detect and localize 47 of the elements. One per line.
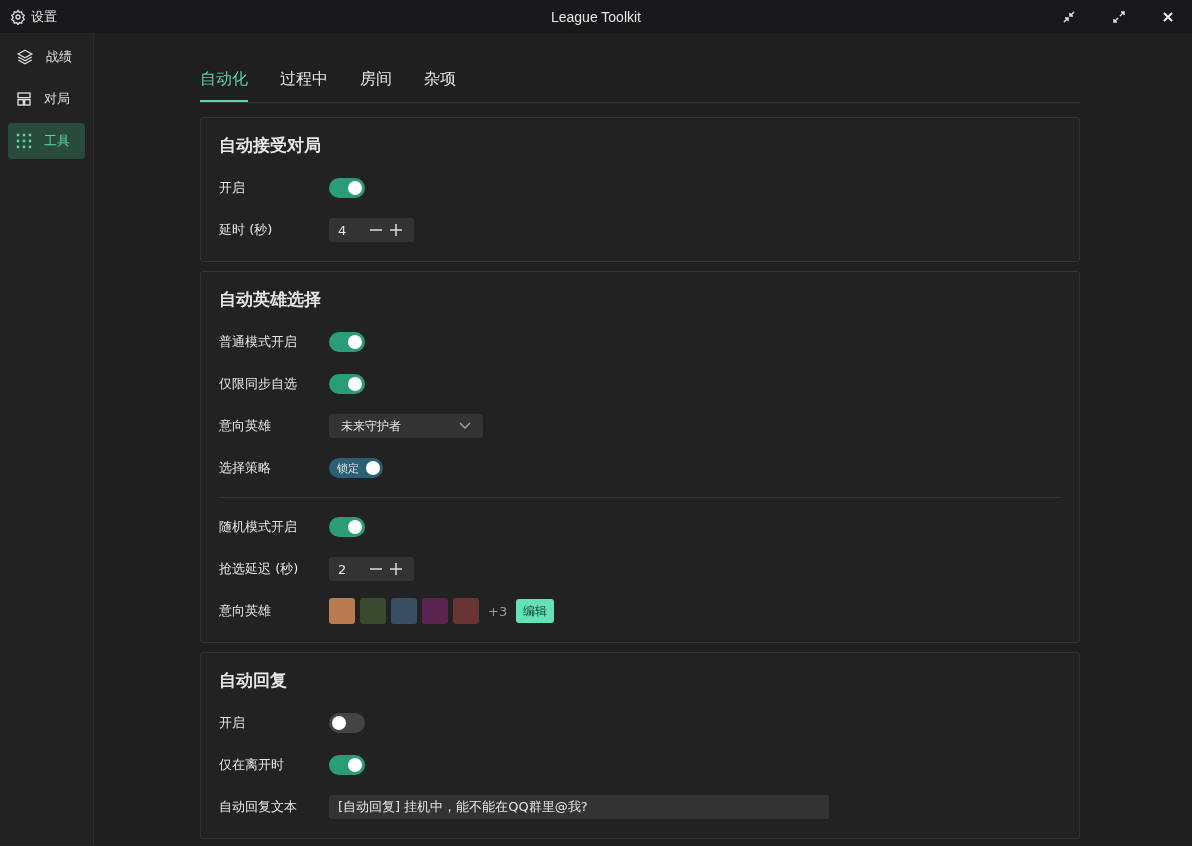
minimize-icon[interactable] [1062,9,1076,24]
settings-icon[interactable] [10,8,26,25]
setting-label: 意向英雄 [219,417,272,435]
sidebar-item[interactable]: 工具 [8,123,85,159]
tab[interactable]: 过程中 [280,69,328,102]
setting-label: 仅在离开时 [219,756,285,774]
setting-label: 随机模式开启 [219,518,298,536]
grid-icon [16,133,32,149]
champion-select[interactable]: 未来守护者 [329,414,483,438]
tab[interactable]: 杂项 [424,69,456,102]
layout-icon [16,91,32,107]
toggle-switch[interactable] [329,517,365,537]
window-title: League Toolkit [551,8,641,25]
section-title: 自动接受对局 [219,134,322,157]
setting-label: 抢选延迟 (秒) [219,560,300,578]
toggle-switch[interactable] [329,374,365,394]
close-icon[interactable] [1162,10,1174,23]
more-count: +3 [488,603,508,619]
setting-label: 开启 [219,714,246,732]
toggle-switch[interactable]: 锁定 [329,458,383,478]
layers-icon [16,48,34,66]
maximize-icon[interactable] [1112,9,1126,24]
setting-label: 延时 (秒) [219,221,274,239]
plus-icon[interactable] [390,224,402,236]
edit-button[interactable]: 编辑 [516,599,555,623]
reply-text-field[interactable]: [自动回复] 挂机中，能不能在QQ群里@我? [329,795,829,819]
chevron-down-icon [459,422,471,430]
setting-label: 仅限同步自选 [219,375,298,393]
setting-label: 开启 [219,179,246,197]
number-input[interactable]: 2 [329,557,414,581]
plus-icon[interactable] [390,563,402,575]
number-input[interactable]: 4 [329,218,414,242]
toggle-switch[interactable] [329,178,365,198]
toggle-switch[interactable] [329,755,365,775]
section-title: 自动英雄选择 [219,288,322,311]
toggle-switch[interactable] [329,713,365,733]
sidebar-item[interactable]: 对局 [8,81,85,117]
setting-label: 意向英雄 [219,602,272,620]
sidebar-item[interactable]: 战绩 [8,39,85,75]
toggle-switch[interactable] [329,332,365,352]
section-title: 自动回复 [219,669,288,692]
setting-label: 选择策略 [219,459,272,477]
tab[interactable]: 自动化 [200,69,248,102]
tab[interactable]: 房间 [360,69,392,102]
settings-label[interactable]: 设置 [31,7,57,26]
setting-label: 自动回复文本 [219,798,298,816]
setting-label: 普通模式开启 [219,333,298,351]
